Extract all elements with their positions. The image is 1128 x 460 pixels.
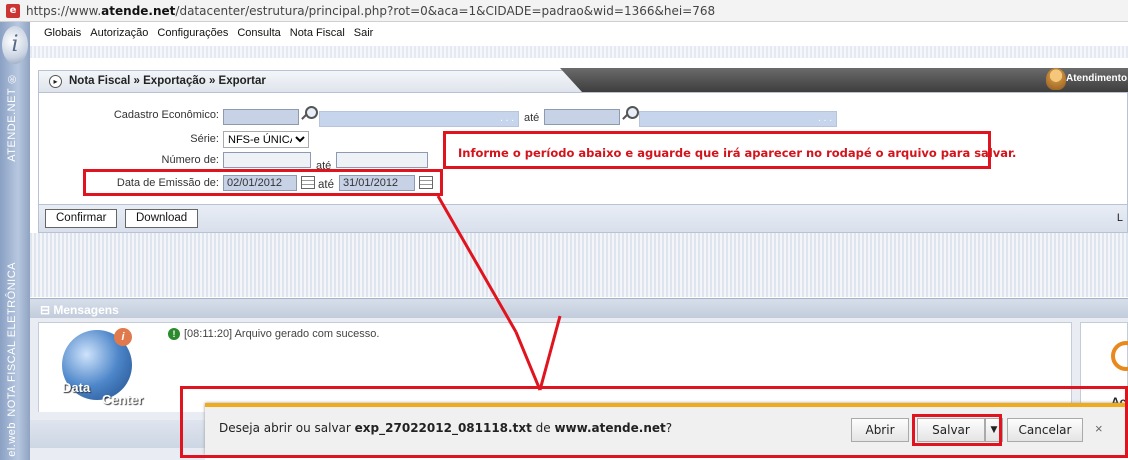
arrow-line-left <box>436 195 518 333</box>
annotation-arrows <box>436 195 562 391</box>
arrow-head-left <box>514 331 542 391</box>
arrow-head-right <box>538 315 562 391</box>
